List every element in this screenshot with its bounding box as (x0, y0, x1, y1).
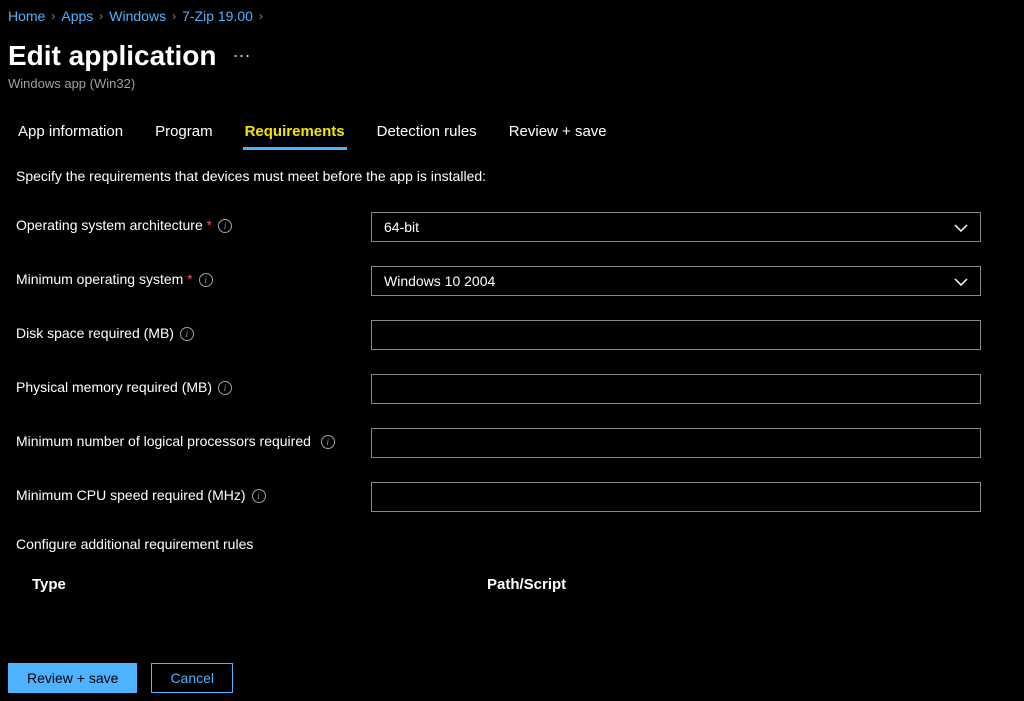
footer-actions: Review + save Cancel (0, 655, 1024, 701)
label-disk-space: Disk space required (MB) i (16, 320, 371, 344)
page-title: Edit application (8, 40, 216, 72)
chevron-right-icon: › (259, 9, 263, 23)
cancel-button[interactable]: Cancel (151, 663, 233, 693)
info-icon[interactable]: i (321, 435, 335, 449)
field-min-cpu-speed: Minimum CPU speed required (MHz) i (16, 482, 1008, 512)
tab-detection-rules[interactable]: Detection rules (375, 115, 479, 150)
input-min-processors[interactable] (371, 428, 981, 458)
page-header: Edit application ⋯ (0, 32, 1024, 76)
input-physical-memory[interactable] (371, 374, 981, 404)
label-physical-memory: Physical memory required (MB) i (16, 374, 371, 398)
info-icon[interactable]: i (180, 327, 194, 341)
chevron-down-icon (954, 273, 968, 289)
label-min-os: Minimum operating system * i (16, 266, 371, 290)
tab-bar: App information Program Requirements Det… (0, 107, 1024, 150)
more-actions-button[interactable]: ⋯ (232, 46, 251, 67)
field-min-processors: Minimum number of logical processors req… (16, 428, 1008, 458)
breadcrumb: Home › Apps › Windows › 7-Zip 19.00 › (0, 0, 1024, 32)
tab-review-save[interactable]: Review + save (507, 115, 609, 150)
tab-program[interactable]: Program (153, 115, 215, 150)
tab-app-information[interactable]: App information (16, 115, 125, 150)
input-min-cpu-speed[interactable] (371, 482, 981, 512)
field-physical-memory: Physical memory required (MB) i (16, 374, 1008, 404)
chevron-down-icon (954, 219, 968, 235)
field-os-architecture: Operating system architecture * i 64-bit (16, 212, 1008, 242)
content-area: Specify the requirements that devices mu… (0, 150, 1024, 611)
breadcrumb-windows[interactable]: Windows (109, 8, 166, 24)
required-indicator: * (187, 271, 192, 287)
chevron-right-icon: › (99, 9, 103, 23)
info-icon[interactable]: i (199, 273, 213, 287)
label-min-cpu-speed: Minimum CPU speed required (MHz) i (16, 482, 371, 506)
select-min-os[interactable]: Windows 10 2004 (371, 266, 981, 296)
tab-requirements[interactable]: Requirements (243, 115, 347, 150)
intro-text: Specify the requirements that devices mu… (16, 168, 1008, 184)
breadcrumb-home[interactable]: Home (8, 8, 45, 24)
column-path-script: Path/Script (487, 576, 992, 593)
breadcrumb-app-name[interactable]: 7-Zip 19.00 (182, 8, 253, 24)
info-icon[interactable]: i (252, 489, 266, 503)
chevron-right-icon: › (172, 9, 176, 23)
rules-section-title: Configure additional requirement rules (16, 536, 1008, 552)
input-disk-space[interactable] (371, 320, 981, 350)
breadcrumb-apps[interactable]: Apps (61, 8, 93, 24)
label-os-architecture: Operating system architecture * i (16, 212, 371, 236)
chevron-right-icon: › (51, 9, 55, 23)
required-indicator: * (207, 217, 212, 233)
info-icon[interactable]: i (218, 381, 232, 395)
select-os-architecture[interactable]: 64-bit (371, 212, 981, 242)
field-min-os: Minimum operating system * i Windows 10 … (16, 266, 1008, 296)
column-type: Type (32, 576, 487, 593)
rules-table-header: Type Path/Script (16, 576, 1008, 593)
review-save-button[interactable]: Review + save (8, 663, 137, 693)
info-icon[interactable]: i (218, 219, 232, 233)
page-subtitle: Windows app (Win32) (0, 76, 1024, 107)
field-disk-space: Disk space required (MB) i (16, 320, 1008, 350)
label-min-processors: Minimum number of logical processors req… (16, 428, 371, 452)
